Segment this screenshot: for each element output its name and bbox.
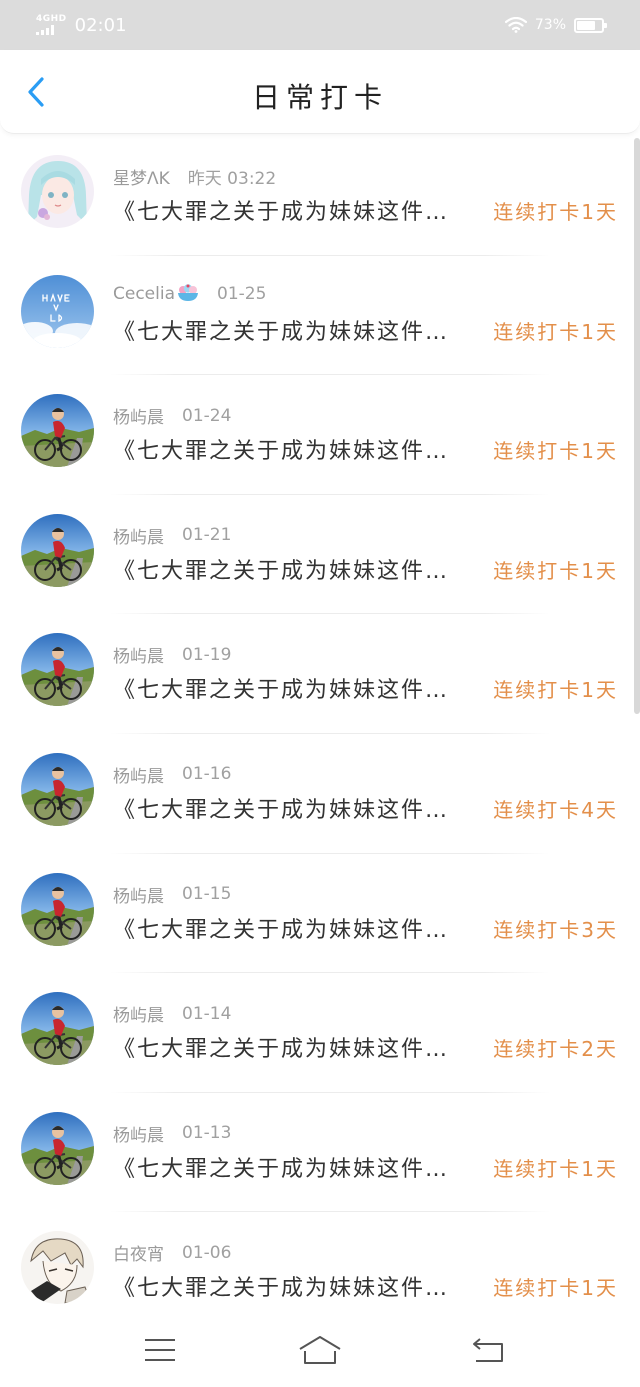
battery-fill (577, 20, 595, 30)
checkin-row[interactable]: 杨屿晨 01-14 《七大罪之关于成为妹妹这件… 连续打卡2天 (0, 973, 640, 1093)
row-meta: 杨屿晨 01-21 (113, 523, 231, 548)
row-meta: 杨屿晨 01-13 (113, 1121, 231, 1146)
checkin-date: 01-16 (182, 764, 232, 785)
streak-label: 连续打卡1天 (493, 439, 618, 464)
bowl-emoji-icon (178, 283, 198, 301)
book-title[interactable]: 《七大罪之关于成为妹妹这件… (113, 672, 473, 704)
checkin-row[interactable]: 杨屿晨 01-19 《七大罪之关于成为妹妹这件… 连续打卡1天 (0, 614, 640, 734)
cyclist-avatar[interactable] (21, 513, 94, 587)
book-title[interactable]: 《七大罪之关于成为妹妹这件… (113, 433, 473, 465)
user-name[interactable]: 杨屿晨 (113, 642, 164, 667)
page-title: 日常打卡 (251, 81, 388, 114)
checkin-row[interactable]: Cecelia 01-25 《七大罪之关于成为妹妹这件… 连续打卡1天 (0, 256, 640, 376)
checkin-date: 01-24 (182, 405, 232, 426)
cyclist-avatar[interactable] (21, 872, 94, 946)
checkin-row[interactable]: 杨屿晨 01-13 《七大罪之关于成为妹妹这件… 连续打卡1天 (0, 1093, 640, 1213)
row-meta: 星梦ΛK 昨天 03:22 (113, 164, 276, 189)
row-meta: 杨屿晨 01-14 (113, 1001, 232, 1027)
cyclist-avatar[interactable] (21, 752, 94, 826)
checkin-list: 星梦ΛK 昨天 03:22 《七大罪之关于成为妹妹这件… 连续打卡1天 Cece… (0, 136, 640, 1332)
row-meta: 白夜宵 01-06 (113, 1240, 232, 1266)
checkin-date: 昨天 03:22 (187, 169, 277, 189)
checkin-date: 01-21 (182, 525, 232, 546)
menu-icon (145, 1339, 175, 1361)
user-name[interactable]: 杨屿晨 (113, 882, 164, 907)
streak-label: 连续打卡1天 (493, 678, 618, 703)
battery-percent: 73% (534, 17, 566, 33)
row-meta: 杨屿晨 01-16 (113, 762, 231, 787)
user-name[interactable]: Cecelia (113, 284, 199, 304)
book-title[interactable]: 《七大罪之关于成为妹妹这件… (113, 912, 473, 944)
book-title[interactable]: 《七大罪之关于成为妹妹这件… (113, 194, 473, 226)
streak-label: 连续打卡1天 (493, 1156, 618, 1181)
sky-avatar[interactable] (21, 274, 94, 348)
status-right: 73% (504, 17, 607, 33)
user-name[interactable]: 星梦ΛK (113, 164, 170, 189)
book-title[interactable]: 《七大罪之关于成为妹妹这件… (113, 1031, 473, 1063)
system-back-button[interactable] (466, 1330, 510, 1370)
row-meta: 杨屿晨 01-24 (113, 403, 232, 429)
checkin-date: 01-25 (217, 283, 267, 304)
clock: 02:01 (74, 14, 127, 36)
status-bar: 4GHD 02:01 73% (0, 0, 640, 50)
user-name[interactable]: 杨屿晨 (113, 1001, 164, 1026)
book-title[interactable]: 《七大罪之关于成为妹妹这件… (113, 1270, 473, 1302)
row-meta: Cecelia 01-25 (113, 284, 266, 304)
user-name[interactable]: 杨屿晨 (113, 403, 164, 428)
checkin-row[interactable]: 杨屿晨 01-24 《七大罪之关于成为妹妹这件… 连续打卡1天 (0, 375, 640, 495)
checkin-date: 01-19 (182, 644, 232, 665)
book-title[interactable]: 《七大罪之关于成为妹妹这件… (113, 314, 473, 346)
row-meta: 杨屿晨 01-15 (113, 882, 231, 907)
anime-girl-avatar[interactable] (21, 155, 94, 228)
battery-icon (574, 17, 607, 33)
checkin-date: 01-15 (182, 884, 232, 905)
app-header: 日常打卡 (0, 50, 640, 134)
cyclist-avatar[interactable] (21, 633, 94, 707)
user-name[interactable]: 白夜宵 (113, 1240, 164, 1265)
streak-label: 连续打卡4天 (493, 797, 618, 822)
network-label: 4GHD (36, 14, 67, 24)
home-button[interactable] (298, 1330, 342, 1370)
checkin-date: 01-14 (182, 1003, 232, 1024)
signal-icon (36, 25, 54, 35)
user-name[interactable]: 杨屿晨 (113, 523, 164, 548)
checkin-row[interactable]: 星梦ΛK 昨天 03:22 《七大罪之关于成为妹妹这件… 连续打卡1天 (0, 136, 640, 256)
network-indicator: 4GHD (36, 15, 67, 35)
streak-label: 连续打卡1天 (493, 1276, 618, 1301)
wifi-icon (504, 17, 527, 33)
home-icon (299, 1336, 341, 1364)
book-title[interactable]: 《七大罪之关于成为妹妹这件… (113, 1151, 473, 1183)
streak-label: 连续打卡1天 (493, 319, 618, 344)
system-navbar (0, 1316, 640, 1387)
status-left: 4GHD 02:01 (36, 15, 127, 36)
row-meta: 杨屿晨 01-19 (113, 642, 232, 668)
book-title[interactable]: 《七大罪之关于成为妹妹这件… (113, 792, 473, 824)
cyclist-avatar[interactable] (21, 394, 94, 468)
streak-label: 连续打卡1天 (493, 558, 618, 583)
checkin-row[interactable]: 杨屿晨 01-21 《七大罪之关于成为妹妹这件… 连续打卡1天 (0, 495, 640, 615)
streak-label: 连续打卡2天 (493, 1037, 618, 1062)
checkin-row[interactable]: 杨屿晨 01-15 《七大罪之关于成为妹妹这件… 连续打卡3天 (0, 854, 640, 974)
back-icon (473, 1338, 503, 1362)
checkin-row[interactable]: 杨屿晨 01-16 《七大罪之关于成为妹妹这件… 连续打卡4天 (0, 734, 640, 854)
cyclist-avatar[interactable] (21, 1111, 94, 1185)
user-name[interactable]: 杨屿晨 (113, 762, 164, 787)
book-title[interactable]: 《七大罪之关于成为妹妹这件… (113, 553, 473, 585)
sketch-avatar[interactable] (21, 1231, 94, 1305)
user-name[interactable]: 杨屿晨 (113, 1121, 164, 1146)
menu-button[interactable] (138, 1330, 182, 1370)
checkin-date: 01-06 (182, 1242, 232, 1263)
streak-label: 连续打卡1天 (493, 200, 618, 224)
checkin-date: 01-13 (182, 1123, 232, 1144)
scrollbar[interactable] (634, 138, 640, 714)
streak-label: 连续打卡3天 (493, 917, 618, 942)
cyclist-avatar[interactable] (21, 992, 94, 1066)
checkin-row[interactable]: 白夜宵 01-06 《七大罪之关于成为妹妹这件… 连续打卡1天 (0, 1212, 640, 1332)
